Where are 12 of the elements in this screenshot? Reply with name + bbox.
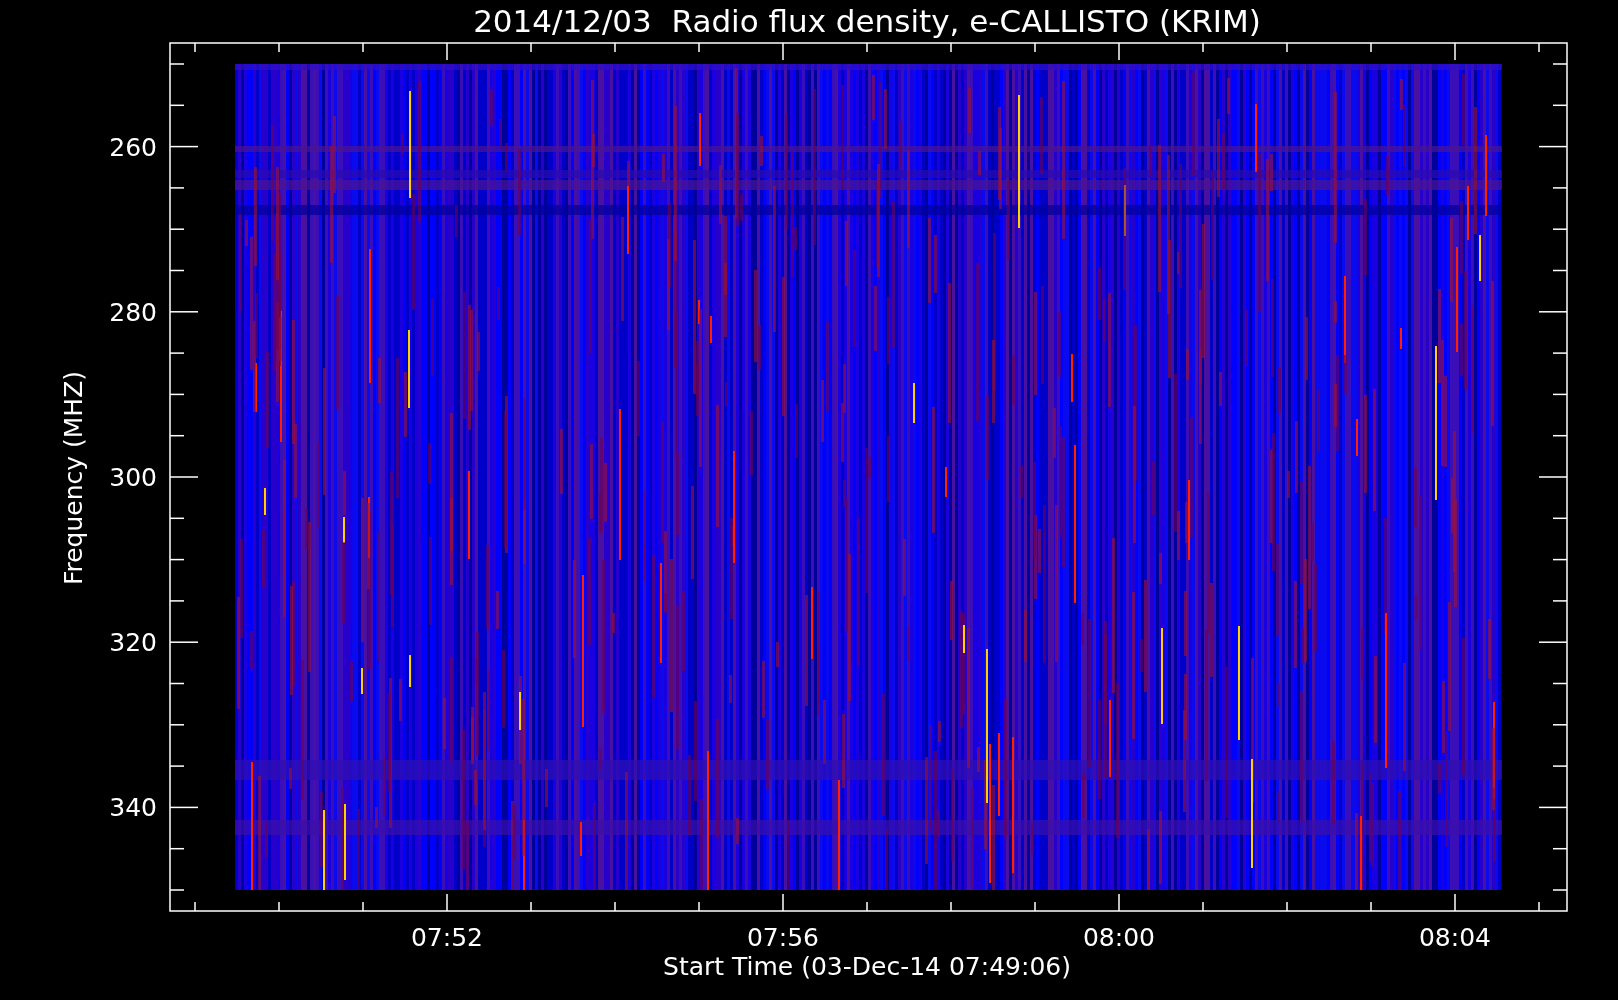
x-axis-label: Start Time (03-Dec-14 07:49:06) <box>663 952 1071 981</box>
y-tick-label: 280 <box>109 297 157 327</box>
x-tick-label: 07:52 <box>411 923 483 952</box>
y-tick-label: 260 <box>109 132 157 162</box>
y-tick-label: 340 <box>109 793 157 823</box>
x-tick-label: 08:04 <box>1419 923 1491 952</box>
y-axis-label: Frequency (MHZ) <box>59 370 88 586</box>
y-tick-label: 300 <box>109 463 157 492</box>
y-tick-label: 320 <box>109 628 157 658</box>
x-tick-label: 08:00 <box>1083 923 1155 952</box>
x-tick-label: 07:56 <box>747 923 819 952</box>
chart-title: 2014/12/03 Radio flux density, e-CALLISTO (KRIM) <box>473 3 1261 39</box>
